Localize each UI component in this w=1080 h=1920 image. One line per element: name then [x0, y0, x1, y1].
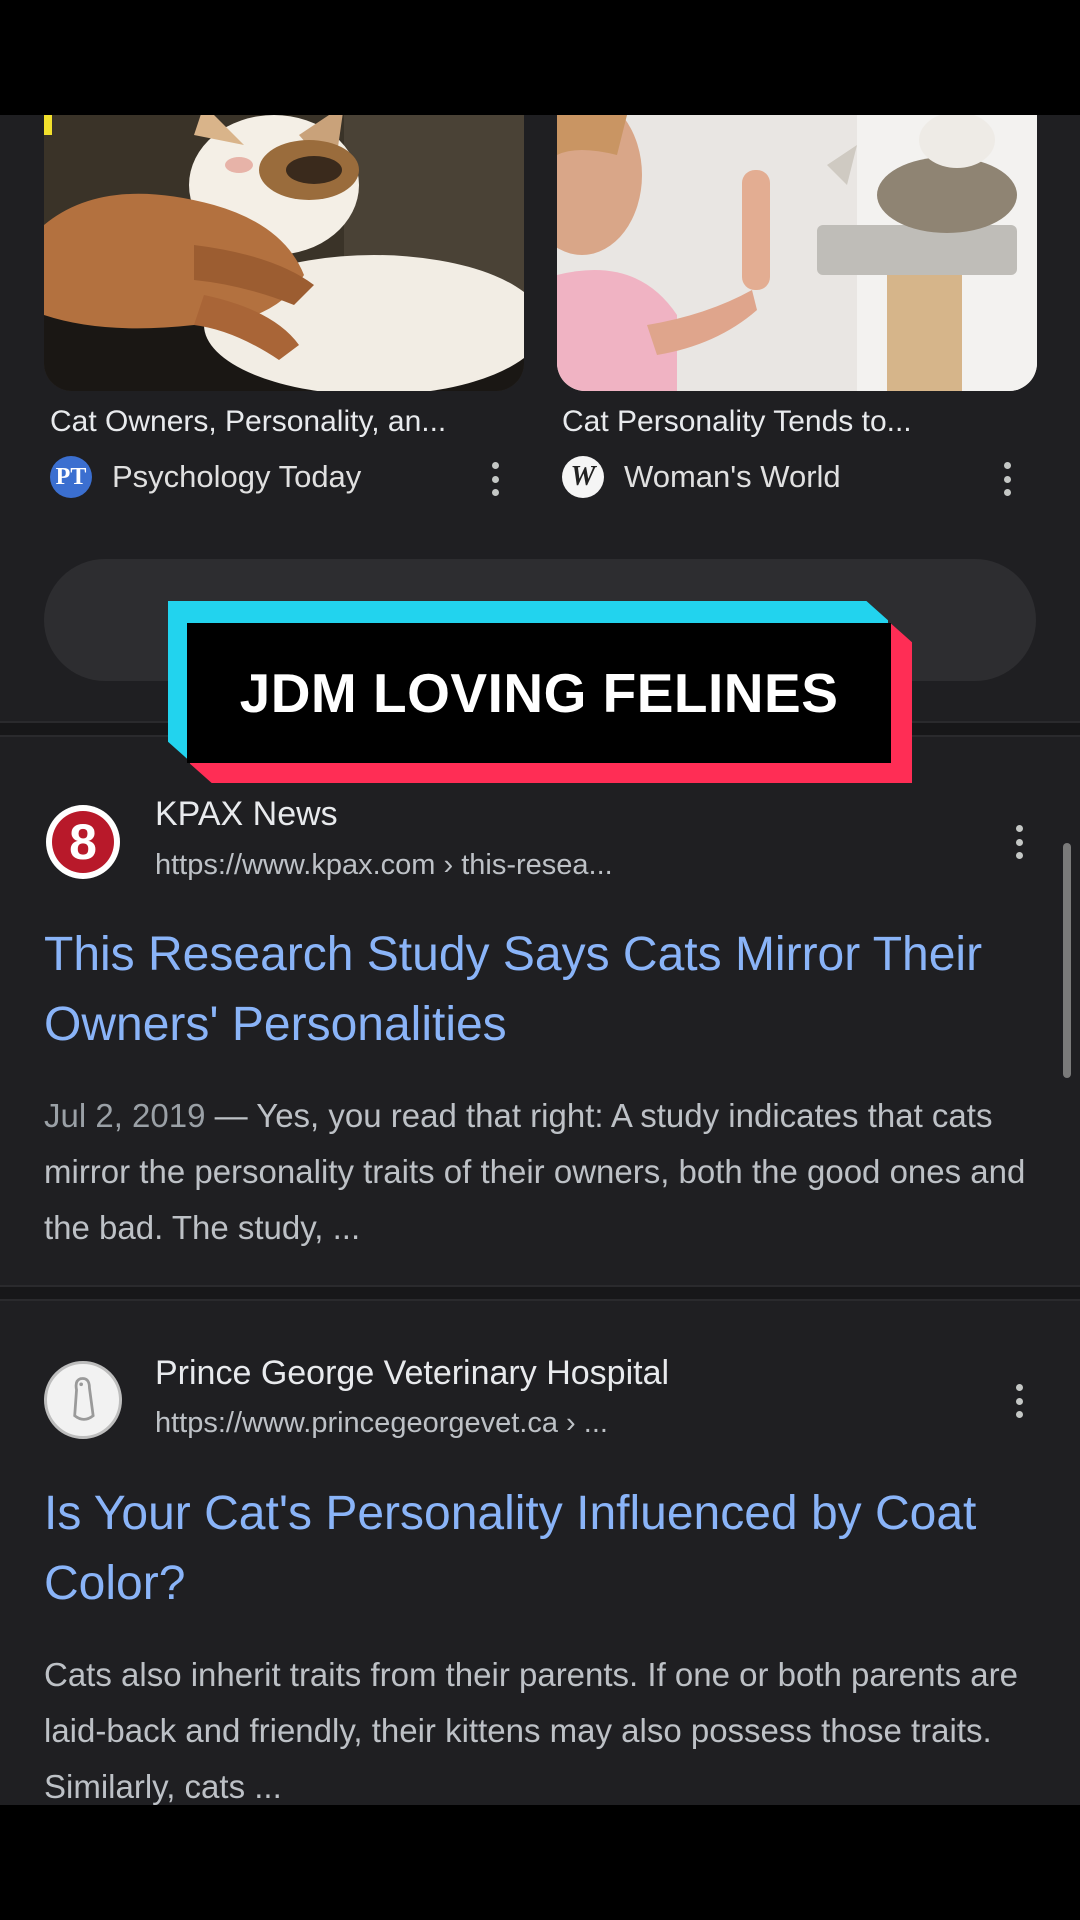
caption-banner: JDM LOVING FELINES [168, 601, 912, 783]
result-date: Jul 2, 2019 [44, 1097, 206, 1134]
result-title-link[interactable]: This Research Study Says Cats Mirror The… [44, 920, 1024, 1060]
site-url[interactable]: https://www.kpax.com › this-resea... [155, 849, 613, 882]
image-result-source[interactable]: W Woman's World [562, 455, 841, 499]
search-results-viewport[interactable]: Cat Owners, Personality, an... PT Psycho… [0, 115, 1080, 1805]
section-divider [0, 1285, 1080, 1301]
banner-text: JDM LOVING FELINES [239, 662, 839, 724]
image-result-source[interactable]: PT Psychology Today [50, 455, 361, 499]
more-options-icon[interactable] [1014, 1384, 1024, 1418]
psychology-today-icon: PT [50, 456, 92, 498]
svg-text:8: 8 [69, 814, 97, 870]
scrollbar-thumb[interactable] [1063, 843, 1071, 1078]
result-title-link[interactable]: Is Your Cat's Personality Influenced by … [44, 1479, 1024, 1619]
more-options-icon[interactable] [1014, 825, 1024, 859]
banner-body: JDM LOVING FELINES [187, 623, 891, 763]
cat-petting-photo [44, 115, 524, 391]
image-result-title[interactable]: Cat Personality Tends to... [562, 405, 912, 439]
site-name[interactable]: KPAX News [155, 795, 338, 834]
image-result-thumbnail-cat-owners[interactable] [44, 115, 524, 391]
source-name: Woman's World [624, 459, 841, 494]
image-result-title[interactable]: Cat Owners, Personality, an... [50, 405, 446, 439]
site-name[interactable]: Prince George Veterinary Hospital [155, 1354, 669, 1393]
womans-world-icon: W [562, 456, 604, 498]
result-snippet: Jul 2, 2019 — Yes, you read that right: … [44, 1088, 1034, 1256]
result-snippet: Cats also inherit traits from their pare… [44, 1656, 1018, 1805]
image-result-thumbnail-cat-personality[interactable] [557, 115, 1037, 391]
source-name: Psychology Today [112, 459, 362, 494]
more-options-icon[interactable] [1002, 462, 1012, 496]
site-url[interactable]: https://www.princegeorgevet.ca › ... [155, 1407, 608, 1440]
kpax-logo-icon[interactable]: 8 [44, 803, 122, 881]
princegeorgevet-logo-icon[interactable] [44, 1361, 122, 1439]
more-options-icon[interactable] [490, 462, 500, 496]
woman-and-cat-photo [557, 115, 1037, 391]
